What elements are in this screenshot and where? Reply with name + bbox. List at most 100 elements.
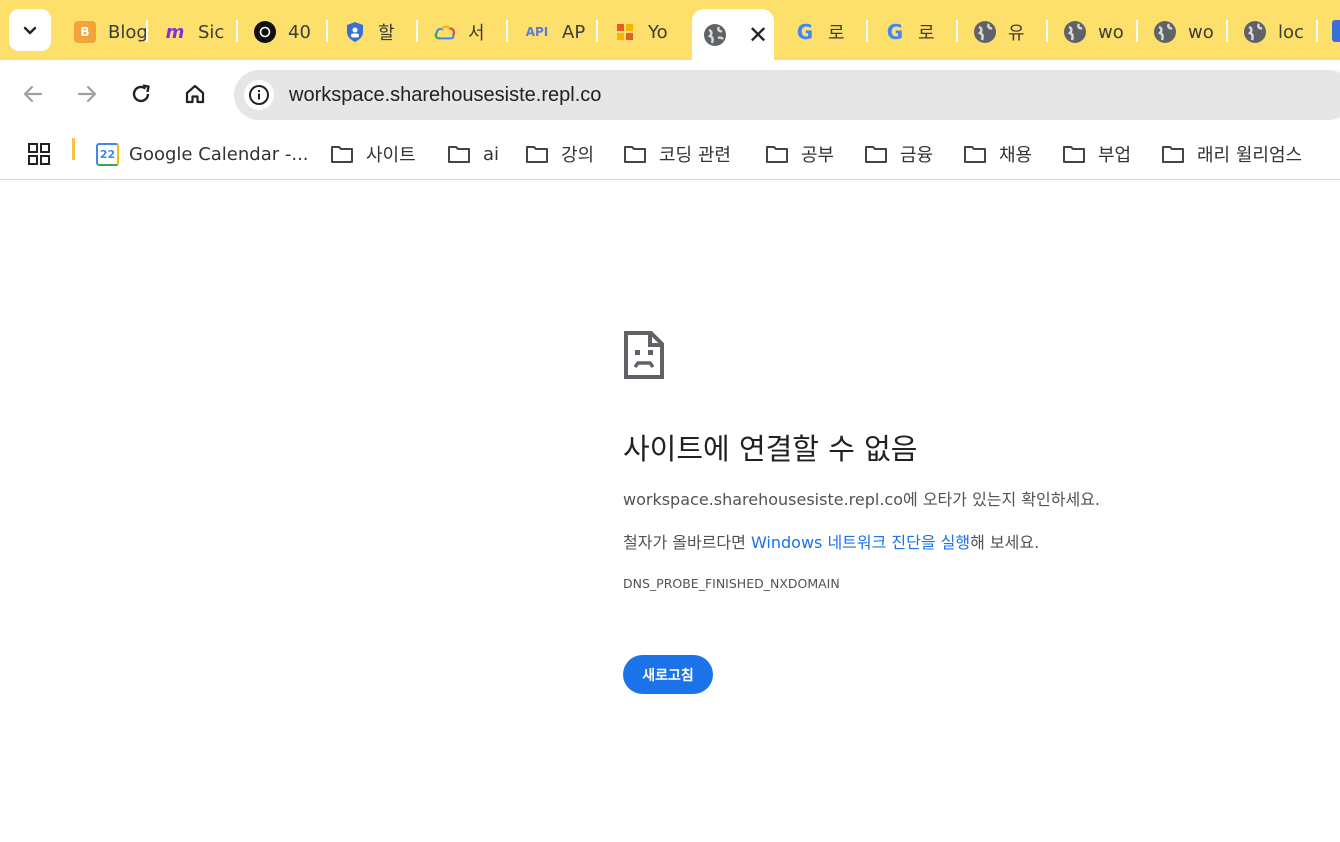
tab-globe-1[interactable]: 유	[960, 12, 1046, 52]
tab-title: 유	[1008, 23, 1025, 44]
api-icon: API	[525, 25, 549, 39]
folder-icon	[331, 146, 353, 163]
folder-icon	[624, 146, 646, 163]
tab-google-2[interactable]: G 로	[870, 12, 956, 52]
chevron-down-icon	[23, 26, 37, 35]
error-host: workspace.sharehousesiste.repl.co	[623, 490, 904, 509]
tab-globe-4[interactable]: loc	[1230, 12, 1306, 52]
globe-icon	[1154, 21, 1176, 43]
tab-separator	[506, 20, 508, 42]
folder-icon	[1162, 146, 1184, 163]
tab-title: 할	[378, 23, 395, 44]
reload-icon	[132, 84, 150, 103]
bookmark-label: 금융	[900, 145, 934, 166]
reload-toolbar-button[interactable]	[123, 76, 159, 112]
tab-title: 로	[918, 23, 935, 44]
globe-icon	[974, 21, 996, 43]
network-diagnostics-link[interactable]: Windows 네트워크 진단을 실행	[751, 533, 970, 552]
tab-title: AP	[562, 21, 586, 43]
google-icon: G	[796, 20, 814, 44]
home-button[interactable]	[177, 76, 213, 112]
bookmarks-bar: 22 Google Calendar -... 사이트 ai 강의 코딩 관련 …	[0, 130, 1340, 180]
tab-sic[interactable]: m Sic	[150, 12, 236, 52]
folder-icon	[448, 146, 470, 163]
tab-chatgpt[interactable]: 40	[240, 12, 326, 52]
tab-title: loc	[1278, 21, 1304, 43]
error-code: DNS_PROBE_FINISHED_NXDOMAIN	[623, 576, 840, 591]
globe-icon	[1244, 21, 1266, 43]
arrow-left-icon	[23, 85, 43, 103]
tab-title: Yo	[648, 21, 668, 43]
bookmark-label: ai	[483, 143, 500, 165]
sad-page-icon	[623, 330, 665, 384]
tab-google-1[interactable]: G 로	[780, 12, 866, 52]
apps-grid-icon	[28, 143, 50, 165]
app-icon	[614, 21, 636, 43]
bookmark-folder-side-job[interactable]: 부업	[1062, 138, 1131, 170]
bookmark-label: 코딩 관련	[659, 145, 731, 166]
tab-search-button[interactable]	[9, 9, 51, 51]
tab-separator	[1226, 20, 1228, 42]
tab-separator	[236, 20, 238, 42]
forward-button[interactable]	[69, 76, 105, 112]
tab-separator	[1136, 20, 1138, 42]
folder-icon	[964, 146, 986, 163]
bookmark-folder-jobs[interactable]: 채용	[963, 138, 1032, 170]
tab-shield[interactable]: 할	[330, 12, 416, 52]
bookmark-folder-study[interactable]: 공부	[765, 138, 834, 170]
error-message-text: 에 오타가 있는지 확인하세요.	[903, 490, 1100, 509]
bookmark-folder-sites[interactable]: 사이트	[330, 138, 416, 170]
bookmark-label: 채용	[999, 145, 1033, 166]
globe-icon	[1064, 21, 1086, 43]
tab-globe-2[interactable]: wo	[1050, 12, 1136, 52]
google-calendar-icon: 22	[96, 142, 119, 166]
bookmark-label: 부업	[1098, 145, 1132, 166]
tab-title: 서	[468, 23, 485, 44]
bookmark-folder-lectures[interactable]: 강의	[525, 138, 594, 170]
home-icon	[185, 84, 205, 104]
openai-icon	[254, 21, 276, 43]
tab-separator	[1046, 20, 1048, 42]
apps-button[interactable]	[27, 138, 63, 170]
bookmark-folder-larry-williams[interactable]: 래리 윌리엄스	[1161, 138, 1302, 170]
bookmark-label: 래리 윌리엄스	[1197, 145, 1303, 166]
tab-title: 40	[288, 21, 311, 43]
reload-button[interactable]: 새로고침	[623, 655, 713, 694]
blogger-icon: B	[74, 21, 96, 43]
folder-icon	[526, 146, 548, 163]
bookmark-folder-coding[interactable]: 코딩 관련	[623, 138, 731, 170]
tab-yo[interactable]: Yo	[600, 12, 688, 52]
tab-separator	[596, 20, 598, 42]
bookmark-label: 공부	[801, 145, 835, 166]
tab-google-cloud[interactable]: 서	[420, 12, 506, 52]
google-cloud-icon	[434, 21, 456, 43]
site-info-icon[interactable]	[244, 80, 274, 110]
bookmark-google-calendar[interactable]: 22 Google Calendar -...	[96, 138, 309, 170]
address-bar[interactable]: workspace.sharehousesiste.repl.co	[234, 70, 1340, 120]
address-text[interactable]: workspace.sharehousesiste.repl.co	[289, 84, 601, 107]
tab-blog[interactable]: B Blog	[60, 12, 146, 52]
suggestion-suffix: 해 보세요.	[970, 533, 1040, 552]
tab-globe-3[interactable]: wo	[1140, 12, 1226, 52]
back-button[interactable]	[15, 76, 51, 112]
error-suggestion: 철자가 올바르다면 Windows 네트워크 진단을 실행해 보세요.	[623, 529, 1039, 553]
folder-icon	[865, 146, 887, 163]
bookmark-folder-ai[interactable]: ai	[447, 138, 499, 170]
tab-separator	[416, 20, 418, 42]
close-tab-icon[interactable]: ✕	[748, 23, 768, 47]
folder-icon	[766, 146, 788, 163]
tab-partial-icon[interactable]	[1332, 20, 1340, 42]
error-title: 사이트에 연결할 수 없음	[623, 432, 918, 466]
tab-title: 로	[828, 23, 845, 44]
tab-title: wo	[1098, 21, 1124, 43]
tab-active[interactable]: ✕	[692, 9, 774, 60]
tab-strip: B Blog m Sic 40 할 서 API AP Yo ✕ G 로 G 로 …	[0, 0, 1340, 60]
shield-icon	[344, 21, 366, 43]
bookmark-folder-finance[interactable]: 금융	[864, 138, 933, 170]
bookmark-label: 사이트	[366, 145, 416, 166]
bookmark-label: 강의	[561, 145, 595, 166]
google-icon: G	[886, 20, 904, 44]
suggestion-prefix: 철자가 올바르다면	[623, 533, 751, 552]
tab-api[interactable]: API AP	[510, 12, 596, 52]
tab-title: Blog	[108, 21, 146, 43]
